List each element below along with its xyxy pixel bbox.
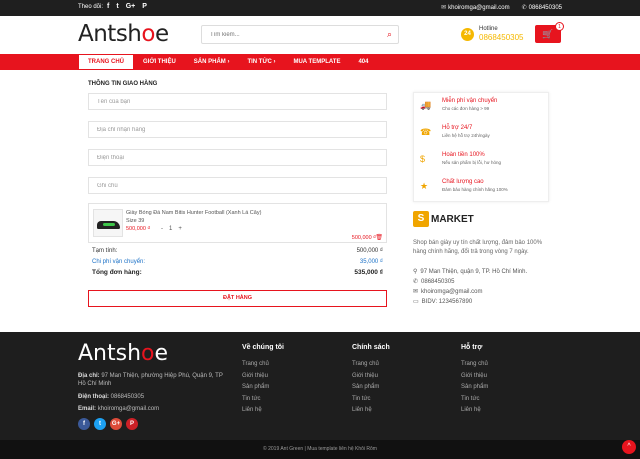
nav-item-about[interactable]: GIỚI THIỆU: [134, 54, 185, 70]
footer-link[interactable]: Liên hệ: [242, 407, 284, 419]
footprint-icon: o: [141, 341, 155, 366]
hotline-number[interactable]: 0868450305: [479, 33, 524, 42]
footer-phone: Điện thoại: 0868450305: [78, 394, 145, 400]
note-field[interactable]: [89, 178, 386, 193]
mail-icon: ✉: [413, 289, 419, 295]
cart-count-badge: 1: [555, 22, 564, 31]
copyright: © 2019 Ant Green | Mua template liên hệ …: [0, 440, 640, 459]
top-social-links: f t G+ P: [107, 3, 147, 10]
footer-link[interactable]: Sản phẩm: [242, 384, 284, 396]
google-plus-icon[interactable]: G+: [110, 418, 122, 430]
phone-field[interactable]: [89, 150, 386, 165]
footer-col-policy: Chính sách Trang chủ Giới thiệu Sản phẩm…: [352, 344, 390, 419]
product-size: Size 39: [126, 218, 145, 224]
address-field[interactable]: [89, 122, 386, 137]
phone-field-box: [88, 149, 387, 166]
phone-icon: ✆: [521, 5, 527, 11]
footprint-icon: o: [141, 21, 155, 47]
product-name[interactable]: Giày Bóng Đá Nam Bitis Hunter Football (…: [126, 210, 261, 216]
footer-link[interactable]: Trang chủ: [352, 361, 390, 373]
qty-minus-button[interactable]: -: [161, 226, 163, 232]
site-footer: Antshoe Địa chỉ: 97 Man Thiện, phường Hi…: [0, 332, 640, 440]
pinterest-icon[interactable]: P: [126, 418, 138, 430]
bank-icon: ▭: [413, 299, 419, 305]
top-phone[interactable]: ✆ 0868450305: [522, 4, 562, 11]
nav-item-buy-template[interactable]: MUA TEMPLATE: [284, 54, 349, 70]
nav-item-products[interactable]: SẢN PHẨM ›: [185, 54, 239, 70]
smarket-logo-icon: S: [413, 211, 429, 227]
nav-item-404[interactable]: 404: [349, 54, 377, 70]
footer-link[interactable]: Trang chủ: [461, 361, 488, 373]
footer-address: Địa chỉ: 97 Man Thiện, phường Hiệp Phú, …: [78, 373, 223, 387]
store-email: ✉ khoiromga@gmail.com: [413, 289, 483, 295]
footer-link[interactable]: Tin tức: [242, 396, 284, 408]
hotline-label: Hotline: [479, 26, 498, 32]
store-name: MARKET: [431, 214, 474, 225]
product-price: 500,000 ₫: [126, 226, 151, 232]
nav-item-home[interactable]: TRANG CHỦ: [78, 54, 134, 70]
product-thumbnail[interactable]: [93, 209, 123, 237]
site-logo[interactable]: Antshoe: [78, 21, 169, 47]
facebook-icon[interactable]: f: [78, 418, 90, 430]
name-field[interactable]: [89, 94, 386, 109]
qty-value[interactable]: 1: [169, 226, 172, 232]
top-email[interactable]: ✉ khoiromga@gmail.com: [441, 4, 509, 11]
footer-email: Email: khoiromga@gmail.com: [78, 406, 160, 412]
quantity-stepper: - 1 +: [161, 226, 182, 232]
footer-link[interactable]: Giới thiệu: [461, 373, 488, 385]
follow-label: Theo dõi:: [78, 4, 104, 10]
pinterest-icon[interactable]: P: [142, 3, 147, 10]
footer-link[interactable]: Giới thiệu: [242, 373, 284, 385]
support-icon: ☎: [420, 127, 432, 137]
twitter-icon[interactable]: t: [94, 418, 106, 430]
twitter-icon[interactable]: t: [116, 3, 118, 10]
name-field-box: [88, 93, 387, 110]
footer-link[interactable]: Sản phẩm: [461, 384, 488, 396]
mail-icon: ✉: [441, 5, 447, 11]
money-icon: $: [420, 154, 426, 164]
top-bar: Theo dõi: f t G+ P ✉ khoiromga@gmail.com …: [0, 0, 640, 16]
place-order-button[interactable]: ĐẶT HÀNG: [88, 290, 387, 307]
truck-icon: 🚚: [420, 100, 432, 110]
google-plus-icon[interactable]: G+: [126, 3, 136, 10]
footer-link[interactable]: Sản phẩm: [352, 384, 390, 396]
search-box: ⌕: [201, 25, 399, 44]
top-contact: ✉ khoiromga@gmail.com ✆ 0868450305: [441, 4, 562, 11]
footer-link[interactable]: Tin tức: [352, 396, 390, 408]
store-phone: ✆ 0868450305: [413, 279, 455, 285]
cart-icon: 🛒: [542, 29, 554, 39]
facebook-icon[interactable]: f: [107, 3, 109, 10]
footer-link[interactable]: Trang chủ: [242, 361, 284, 373]
note-field-box: [88, 177, 387, 194]
footer-social: f t G+ P: [78, 418, 138, 430]
qty-plus-button[interactable]: +: [178, 226, 182, 232]
cart-button[interactable]: 🛒 1: [535, 22, 564, 43]
footer-link[interactable]: Giới thiệu: [352, 373, 390, 385]
site-header: Antshoe ⌕ 24 Hotline 0868450305 🛒 1: [0, 16, 640, 54]
footer-link[interactable]: Tin tức: [461, 396, 488, 408]
store-bank: ▭ BIDV: 1234567890: [413, 299, 473, 305]
nav-item-news[interactable]: TIN TỨC ›: [238, 54, 284, 70]
shipping-info-title: THÔNG TIN GIAO HÀNG: [88, 81, 158, 87]
services-box: 🚚 Miễn phí vận chuyển Cho các đơn hàng >…: [413, 92, 549, 202]
store-about: Shop bán giày uy tín chất lượng, đảm bảo…: [413, 240, 543, 255]
cart-item: Giày Bóng Đá Nam Bitis Hunter Football (…: [88, 203, 387, 243]
trash-icon[interactable]: 🗑: [375, 234, 383, 241]
footer-link[interactable]: Liên hệ: [461, 407, 488, 419]
search-icon[interactable]: ⌕: [387, 29, 392, 40]
footer-col-support: Hỗ trợ Trang chủ Giới thiệu Sản phẩm Tin…: [461, 344, 488, 419]
support-24-icon: 24: [461, 28, 474, 41]
store-address: ⚲ 97 Man Thiện, quận 9, TP. Hồ Chí Minh.: [413, 269, 528, 275]
line-total: 500,000 ₫: [351, 235, 376, 241]
main-nav: TRANG CHỦ GIỚI THIỆU SẢN PHẨM › TIN TỨC …: [0, 54, 640, 70]
footer-logo[interactable]: Antshoe: [78, 341, 168, 366]
phone-icon: ✆: [413, 279, 419, 285]
footer-link[interactable]: Liên hệ: [352, 407, 390, 419]
back-to-top-button[interactable]: ^: [622, 440, 636, 454]
footer-col-about: Về chúng tôi Trang chủ Giới thiệu Sản ph…: [242, 344, 284, 419]
address-field-box: [88, 121, 387, 138]
search-input[interactable]: [202, 26, 372, 43]
location-icon: ⚲: [413, 269, 418, 275]
quality-icon: ★: [420, 181, 429, 191]
